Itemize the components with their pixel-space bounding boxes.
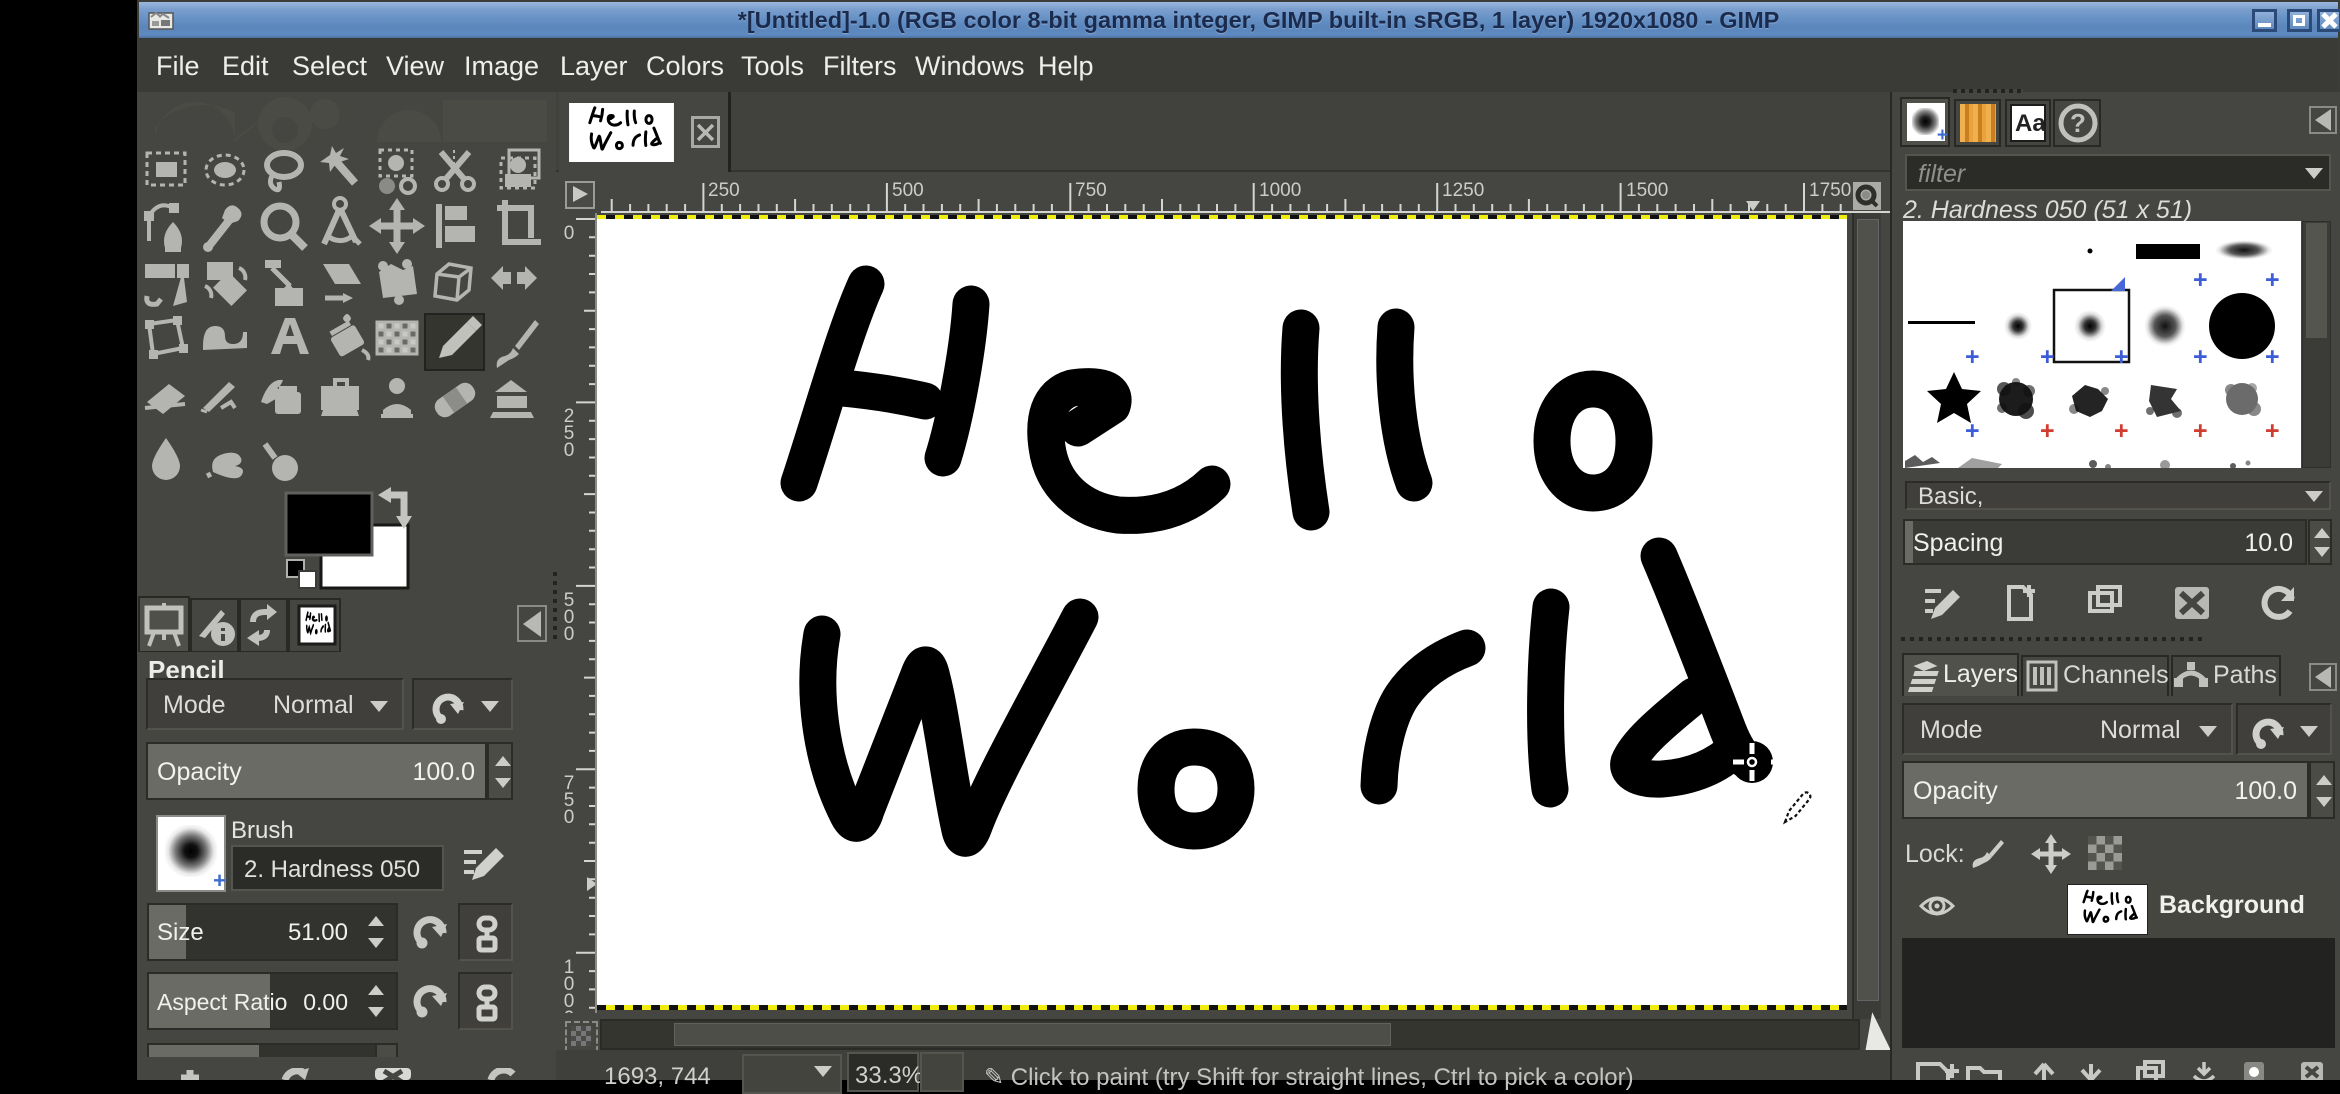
svg-text:+: + bbox=[1965, 343, 1980, 371]
svg-text:+: + bbox=[2265, 266, 2280, 294]
svg-text:0: 0 bbox=[564, 624, 575, 645]
svg-text:+: + bbox=[2265, 343, 2280, 371]
svg-text:1500: 1500 bbox=[1626, 180, 1668, 201]
svg-text:+: + bbox=[2040, 417, 2055, 445]
svg-text:+: + bbox=[2193, 266, 2208, 294]
svg-text:250: 250 bbox=[708, 180, 740, 201]
svg-text:?: ? bbox=[2070, 108, 2086, 138]
svg-text:+: + bbox=[2114, 343, 2129, 371]
svg-text:+: + bbox=[1965, 417, 1980, 445]
svg-text:0: 0 bbox=[564, 223, 575, 244]
svg-text:+: + bbox=[2114, 417, 2129, 445]
svg-text:+: + bbox=[2193, 343, 2208, 371]
svg-text:+: + bbox=[2265, 417, 2280, 445]
svg-text:500: 500 bbox=[892, 180, 924, 201]
svg-text:+: + bbox=[2040, 343, 2055, 371]
svg-text:+: + bbox=[2193, 417, 2208, 445]
svg-text:0: 0 bbox=[564, 807, 575, 828]
svg-text:750: 750 bbox=[1075, 180, 1107, 201]
svg-text:0: 0 bbox=[564, 1008, 575, 1013]
svg-text:1000: 1000 bbox=[1259, 180, 1301, 201]
svg-text:0: 0 bbox=[564, 440, 575, 461]
svg-text:1250: 1250 bbox=[1442, 180, 1484, 201]
